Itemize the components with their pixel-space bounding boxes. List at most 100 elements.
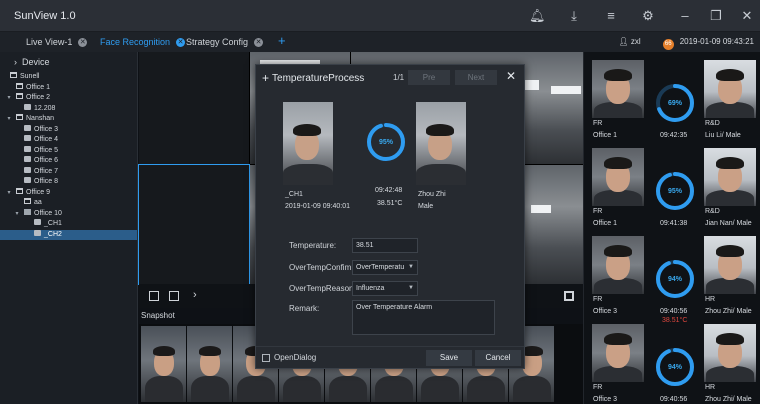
page-indicator: 1/1 [393, 73, 405, 82]
card-match-name: Jian Nan/ Male [705, 220, 752, 227]
download-icon[interactable]: ⤓ [566, 8, 582, 24]
card-group: FR [593, 120, 603, 127]
overtemp-confirm-select[interactable]: OverTemperatu ▼ [352, 260, 418, 275]
tree-item[interactable]: ▾ Office 10 [0, 208, 137, 220]
capture-datetime: 2019-01-09 09:40:01 [285, 203, 350, 210]
temperature-input[interactable]: 38.51 [352, 238, 418, 253]
match-gender: Male [418, 203, 434, 210]
camera-icon [24, 124, 31, 131]
tree-item-label: 12.208 [34, 104, 56, 112]
menu-icon[interactable]: ≡ [603, 8, 619, 24]
camera-icon [24, 166, 31, 173]
restore-icon[interactable]: ❐ [708, 8, 724, 24]
next-button[interactable]: Next [455, 70, 497, 85]
tab-strategy-config[interactable]: Strategy Config ✕ [186, 35, 264, 49]
tab-label: Strategy Config [186, 37, 249, 47]
prev-button[interactable]: Pre [408, 70, 450, 85]
recognition-card[interactable]: 69% FR Office 1 09:42:35 R&D Liu Li/ Male [584, 56, 760, 144]
tree-item-label: _CH2 [44, 230, 62, 238]
recognition-card[interactable]: 94% FR Office 3 09:40:56 HR Zhou Zhi/ Male 38.… [584, 232, 760, 324]
tab-close-icon[interactable]: ✕ [254, 38, 264, 47]
chevron-down-icon[interactable]: ▾ [6, 114, 12, 125]
tree-item[interactable]: ▾ Nanshan [0, 114, 137, 125]
snapshot-thumbnail[interactable] [141, 326, 186, 402]
title-bar: SunView 1.0 🔔︎ ⤓ ≡ ⚙ – ❐ ✕ [0, 0, 760, 32]
device-sidebar: › Device Sunell Office 1 ▾ Office 2 12.208 ▾ N… [0, 52, 138, 404]
tree-item-label: Office 5 [34, 146, 58, 154]
tree-item[interactable]: _CH1 [0, 219, 137, 230]
open-dialog-checkbox[interactable] [262, 354, 270, 362]
similarity-percent: 95% [667, 188, 682, 195]
tab-close-icon[interactable]: ✕ [176, 38, 186, 47]
card-group: FR [593, 384, 603, 391]
tree-item[interactable]: Office 8 [0, 177, 137, 188]
plus-icon: + [262, 71, 270, 85]
bell-icon[interactable]: 🔔︎ [529, 8, 546, 24]
tab-face-recognition[interactable]: Face Recognition ✕ [100, 35, 186, 49]
organization-icon [16, 82, 23, 89]
video-cell-empty[interactable] [138, 164, 250, 285]
user-name[interactable]: 👤︎ zxl [619, 35, 641, 49]
capture-photo [283, 102, 333, 185]
minimize-icon[interactable]: – [677, 8, 693, 24]
tree-item[interactable]: Sunell [0, 72, 137, 83]
tree-item[interactable]: Office 7 [0, 166, 137, 178]
close-icon[interactable]: ✕ [739, 8, 755, 24]
tree-item[interactable]: ▾ Office 9 [0, 187, 137, 199]
similarity-percent: 94% [667, 364, 682, 371]
sidebar-header[interactable]: › Device [0, 52, 137, 72]
overtemp-confirm-label: OverTempConfim: [289, 263, 354, 272]
close-icon[interactable]: ✕ [506, 69, 516, 83]
tree-item[interactable]: Office 4 [0, 135, 137, 146]
cancel-button[interactable]: Cancel [475, 350, 521, 366]
match-photo [416, 102, 466, 185]
tree-item[interactable]: Office 1 [0, 82, 137, 94]
snapshot-thumbnail[interactable] [187, 326, 232, 402]
camera-icon [24, 145, 31, 152]
tab-live-view[interactable]: Live View-1 ✕ [26, 35, 88, 49]
capture-channel: _CH1 [285, 191, 303, 198]
fullscreen-icon[interactable] [564, 291, 574, 301]
chevron-down-icon[interactable]: ▾ [6, 188, 12, 199]
chevron-down-icon[interactable]: ▾ [6, 93, 12, 104]
sidebar-header-label: Device [22, 57, 50, 67]
tree-item[interactable]: aa [0, 198, 137, 209]
save-button[interactable]: Save [426, 350, 472, 366]
card-match-group: R&D [705, 120, 720, 127]
tree-item-label: Office 2 [26, 94, 50, 101]
settings-icon[interactable]: ⚙ [640, 8, 656, 24]
recorder-icon [24, 208, 31, 215]
tab-bar: Live View-1 ✕ Face Recognition ✕ Strategy … [0, 32, 760, 52]
tab-label: Face Recognition [100, 37, 171, 47]
tab-close-icon[interactable]: ✕ [78, 38, 88, 47]
tree-item[interactable]: Office 5 [0, 145, 137, 157]
video-cell-empty[interactable] [139, 52, 249, 164]
chevron-down-icon[interactable]: ▾ [14, 209, 20, 220]
add-tab-icon[interactable]: + [278, 34, 286, 48]
overtemp-reason-label: OverTempReason: [289, 284, 356, 293]
overtemp-reason-select[interactable]: Influenza ▼ [352, 281, 418, 296]
card-match-group: R&D [705, 208, 720, 215]
temperature-label: Temperature: [289, 241, 337, 250]
datetime: 2019-01-09 09:43:21 [679, 37, 754, 46]
temperature-process-dialog: + TemperatureProcess 1/1 Pre Next ✕ 95% _… [255, 64, 525, 369]
remark-textarea[interactable]: Over Temperature Alarm [352, 300, 495, 335]
tree-item-label: Office 7 [34, 167, 58, 175]
match-photo [704, 148, 756, 206]
grid-layout-icon[interactable] [169, 291, 179, 301]
chevron-right-icon[interactable]: › [193, 289, 197, 301]
tree-item[interactable]: Office 3 [0, 124, 137, 136]
tree-item[interactable]: Office 6 [0, 156, 137, 167]
tree-item[interactable]: _CH2 [0, 229, 137, 240]
dialog-title-label: TemperatureProcess [272, 73, 365, 84]
organization-icon [16, 114, 23, 120]
recognition-card[interactable]: 94% FR Office 3 09:40:56 HR Zhou Zhi/ Male [584, 320, 760, 404]
single-layout-icon[interactable] [149, 291, 159, 301]
tree-item[interactable]: 12.208 [0, 103, 137, 115]
card-match-group: HR [705, 384, 716, 391]
overtemp-reason-value: Influenza [356, 285, 385, 292]
camera-icon [24, 103, 31, 110]
avatar[interactable]: 66 [662, 39, 674, 50]
recognition-card[interactable]: 95% FR Office 1 09:41:38 R&D Jian Nan/ Male [584, 144, 760, 232]
tree-item[interactable]: ▾ Office 2 [0, 93, 137, 104]
